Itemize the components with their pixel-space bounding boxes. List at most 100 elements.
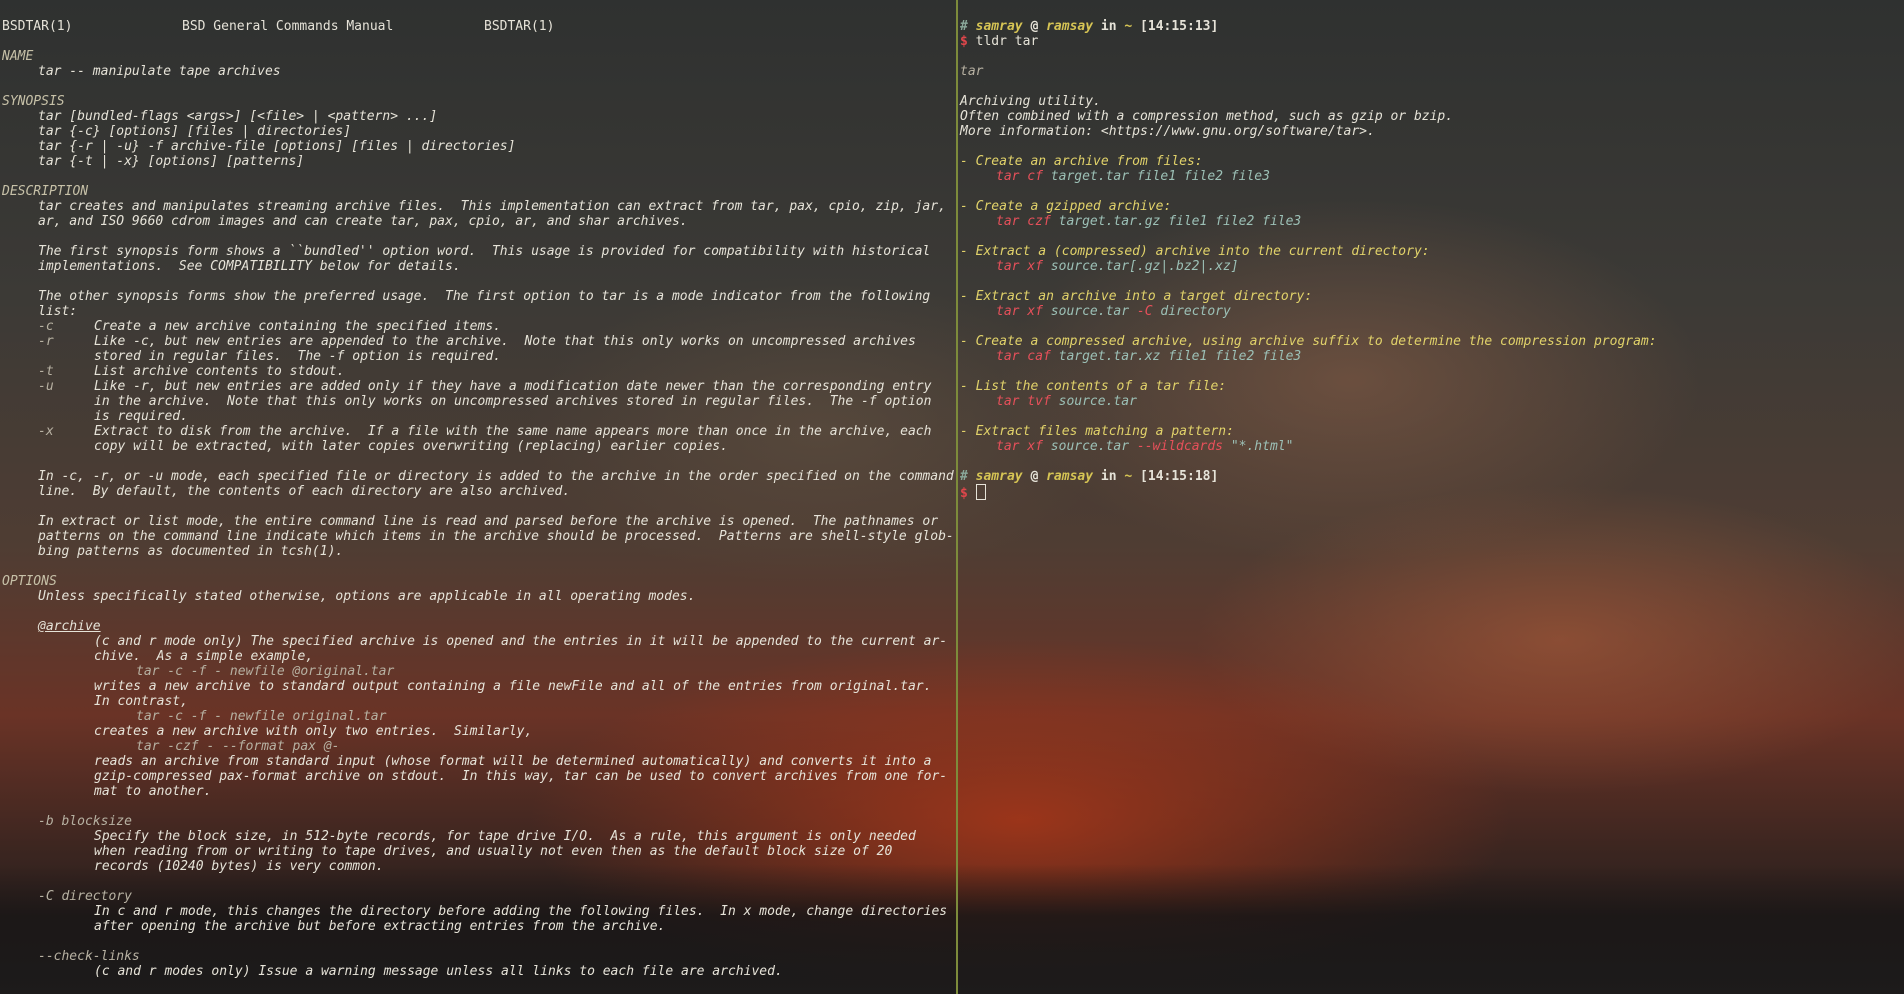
tldr-example-command[interactable]: tar cf target.tar file1 file2 file3 — [960, 169, 1904, 184]
prompt-hash: # — [960, 19, 968, 34]
option-blocksize-text: records (10240 bytes) is very common. — [94, 859, 384, 874]
options-intro: Unless specifically stated otherwise, op… — [38, 589, 696, 604]
command-name: tar caf — [996, 349, 1051, 364]
description-line: line. By default, the contents of each d… — [38, 484, 571, 499]
man-page-pane[interactable]: BSDTAR(1) BSD General Commands Manual BSDT… — [0, 0, 956, 994]
mode-text: in the archive. Note that this only work… — [94, 394, 932, 409]
option-directory-text: after opening the archive but before ext… — [94, 919, 666, 934]
tldr-example-command[interactable]: tar xf source.tar[.gz|.bz2|.xz] — [960, 259, 1904, 274]
section-synopsis-heading: SYNOPSIS — [2, 94, 65, 109]
tldr-example-command[interactable]: tar czf target.tar.gz file1 file2 file3 — [960, 214, 1904, 229]
mode-c-line: -c Create a new archive containing the sp… — [2, 319, 956, 334]
tldr-example-description: - Create a gzipped archive: — [960, 199, 1172, 214]
option-archive-text: chive. As a simple example, — [94, 649, 314, 664]
option-archive-example: tar -c -f - newfile @original.tar — [136, 664, 395, 679]
man-header-right: BSDTAR(1) — [484, 19, 555, 34]
mode-t-line: -t List archive contents to stdout. — [2, 364, 956, 379]
synopsis-line: tar [bundled-flags <args>] [<file> | <pa… — [38, 109, 438, 124]
mode-r-line: stored in regular files. The -f option i… — [2, 349, 956, 364]
prompt-host: ramsay — [1046, 19, 1094, 34]
text-cursor[interactable] — [975, 484, 986, 500]
cursor-line[interactable]: $ — [960, 484, 1904, 501]
command-args: source.tar — [1058, 394, 1137, 409]
mode-flag: -c — [38, 319, 54, 334]
option-archive-text: creates a new archive with only two entr… — [94, 724, 533, 739]
option-archive-text: mat to another. — [94, 784, 212, 799]
prompt-in: in — [1100, 19, 1117, 34]
option-archive-text: writes a new archive to standard output … — [94, 679, 932, 694]
section-description-heading: DESCRIPTION — [2, 184, 89, 199]
tldr-description: Often combined with a compression method… — [960, 109, 1454, 124]
shell-prompt: # samray @ ramsay in ~ [14:15:18] — [960, 469, 1904, 484]
mode-text: is required. — [94, 409, 188, 424]
tldr-example-command[interactable]: tar tvf source.tar — [960, 394, 1904, 409]
mode-flag: -u — [38, 379, 54, 394]
prompt-in: in — [1100, 469, 1117, 484]
tldr-title: tar — [960, 64, 984, 79]
mode-text: Extract to disk from the archive. If a f… — [94, 424, 932, 439]
man-page-content: BSDTAR(1) BSD General Commands Manual BSDT… — [0, 0, 956, 979]
tldr-example-command[interactable]: tar xf source.tar -C directory — [960, 304, 1904, 319]
description-line: The other synopsis forms show the prefer… — [38, 289, 931, 304]
prompt-user: samray — [975, 19, 1023, 34]
command-value: "*.html" — [1230, 439, 1294, 454]
tldr-example-description: - Extract a (compressed) archive into th… — [960, 244, 1430, 259]
prompt-dir: ~ — [1124, 19, 1133, 34]
man-header-left: BSDTAR(1) — [2, 19, 73, 34]
command-args: source.tar[.gz|.bz2|.xz] — [1050, 259, 1239, 274]
tldr-pane[interactable]: # samray @ ramsay in ~ [14:15:13] $ tldr … — [959, 0, 1904, 994]
tldr-example-command[interactable]: tar caf target.tar.xz file1 file2 file3 — [960, 349, 1904, 364]
prompt-time: [14:15:18] — [1140, 469, 1219, 484]
command-args: source.tar — [1050, 304, 1130, 319]
command-name: tar cf — [996, 169, 1043, 184]
mode-u-line: is required. — [2, 409, 956, 424]
command-line: $ tldr tar — [960, 34, 1904, 49]
description-line: The first synopsis form shows a ``bundle… — [38, 244, 931, 259]
option-archive-text: (c and r mode only) The specified archiv… — [94, 634, 948, 649]
prompt-time: [14:15:13] — [1140, 19, 1219, 34]
option-blocksize-text: when reading from or writing to tape dri… — [94, 844, 893, 859]
mode-text: List archive contents to stdout. — [94, 364, 345, 379]
option-check-links-text: (c and r modes only) Issue a warning mes… — [94, 964, 783, 979]
synopsis-line: tar {-t | -x} [options] [patterns] — [38, 154, 305, 169]
synopsis-line: tar {-r | -u} -f archive-file [options] … — [38, 139, 516, 154]
command-flag: --wildcards — [1136, 439, 1223, 454]
option-directory-name: -C directory — [38, 889, 132, 904]
mode-x-line: copy will be extracted, with later copie… — [2, 439, 956, 454]
mode-u-line: in the archive. Note that this only work… — [2, 394, 956, 409]
description-line: In extract or list mode, the entire comm… — [38, 514, 939, 529]
shell-prompt: # samray @ ramsay in ~ [14:15:13] — [960, 19, 1904, 34]
command-name: tar xf — [996, 259, 1043, 274]
tldr-example-command[interactable]: tar xf source.tar --wildcards "*.html" — [960, 439, 1904, 454]
prompt-at: @ — [1030, 19, 1039, 34]
man-header-center: BSD General Commands Manual — [182, 19, 394, 34]
command-args: target.tar file1 file2 file3 — [1050, 169, 1270, 184]
tldr-example-description: - Extract an archive into a target direc… — [960, 289, 1313, 304]
option-archive-name: @archive — [38, 619, 101, 634]
mode-flag: -t — [38, 364, 54, 379]
mode-flag: -r — [38, 334, 54, 349]
command-value: directory — [1160, 304, 1231, 319]
synopsis-line: tar {-c} [options] [files | directories] — [38, 124, 352, 139]
pane-divider[interactable] — [956, 0, 958, 994]
description-line: ar, and ISO 9660 cdrom images and can cr… — [38, 214, 688, 229]
description-line: implementations. See COMPATIBILITY below… — [38, 259, 461, 274]
option-archive-text: In contrast, — [94, 694, 188, 709]
mode-x-line: -x Extract to disk from the archive. If a… — [2, 424, 956, 439]
option-check-links-name: --check-links — [38, 949, 140, 964]
